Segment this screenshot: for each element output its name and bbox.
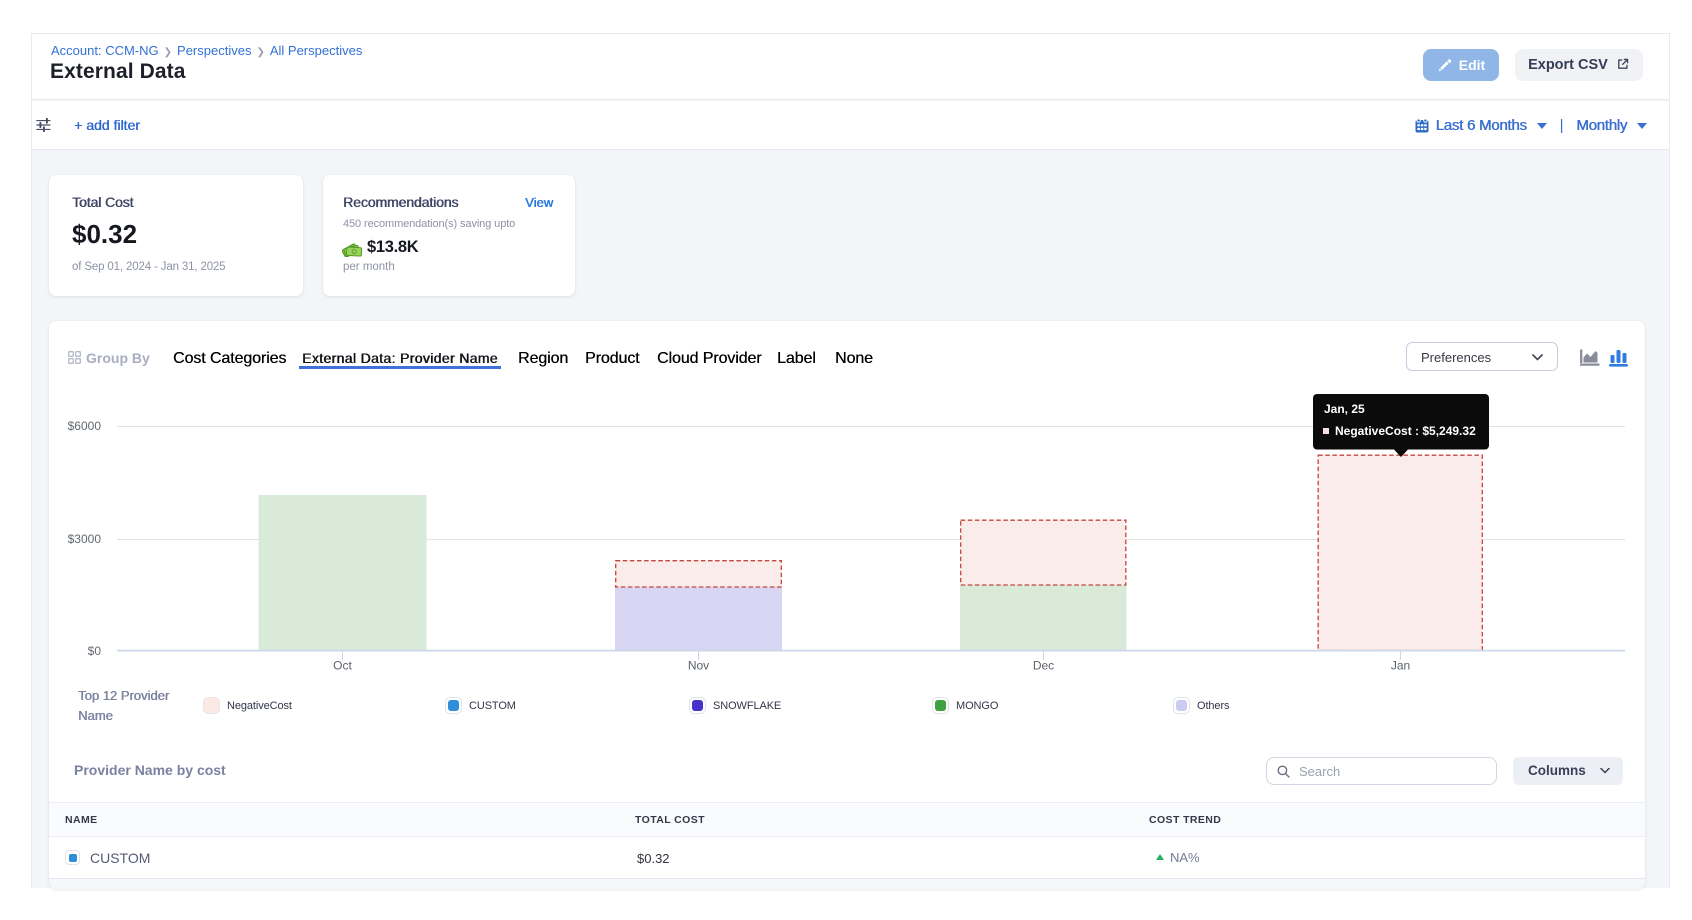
- svg-text:NegativeCost : $5,249.32: NegativeCost : $5,249.32: [1335, 424, 1476, 438]
- svg-text:$6000: $6000: [68, 419, 102, 433]
- svg-text:Oct: Oct: [333, 659, 352, 673]
- svg-text:Nov: Nov: [688, 659, 709, 673]
- svg-text:$3000: $3000: [68, 532, 102, 546]
- svg-text:Jan, 25: Jan, 25: [1324, 402, 1365, 416]
- svg-text:Jan: Jan: [1391, 659, 1410, 673]
- svg-text:Dec: Dec: [1033, 659, 1054, 673]
- svg-text:$0: $0: [88, 644, 102, 658]
